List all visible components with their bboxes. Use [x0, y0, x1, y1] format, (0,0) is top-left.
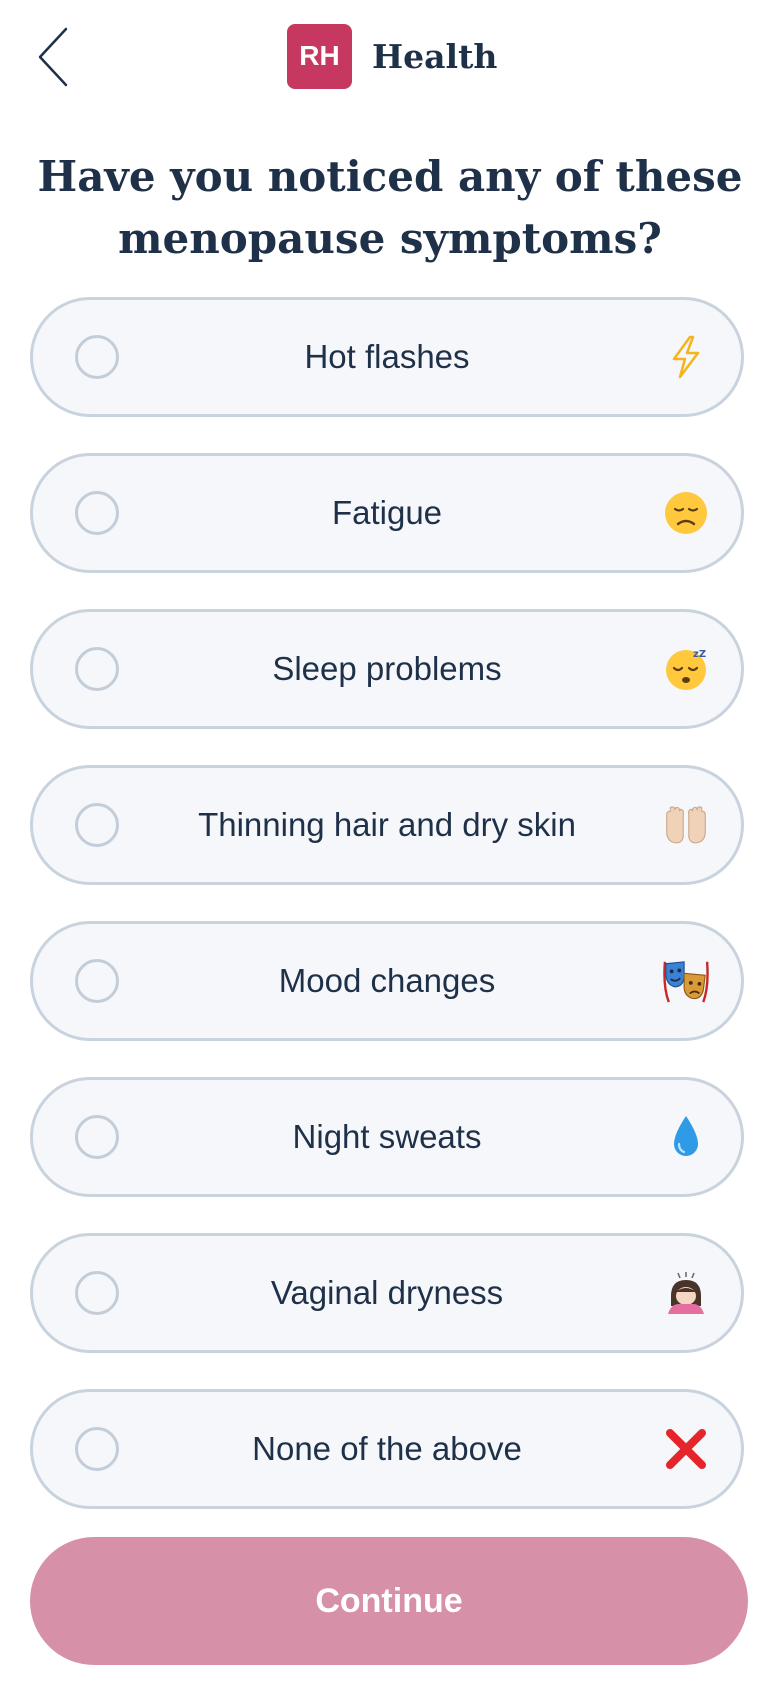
- radio-button[interactable]: [75, 647, 119, 691]
- radio-button[interactable]: [75, 491, 119, 535]
- brand: RH Health: [287, 23, 497, 89]
- option-label: Vaginal dryness: [270, 1274, 504, 1311]
- option-mood-changes[interactable]: Mood changes: [30, 921, 744, 1041]
- radio-button[interactable]: [75, 335, 119, 379]
- disappointed-face-icon: [663, 490, 709, 536]
- person-bowing-icon: [663, 1270, 709, 1316]
- radio-button[interactable]: [75, 1271, 119, 1315]
- option-label: Mood changes: [278, 962, 496, 999]
- option-hot-flashes[interactable]: Hot flashes: [30, 297, 744, 417]
- back-button[interactable]: [36, 22, 96, 92]
- option-thinning-hair[interactable]: Thinning hair and dry skin: [30, 765, 744, 885]
- option-none[interactable]: None of the above: [30, 1389, 744, 1509]
- raised-hands-icon: [663, 802, 709, 848]
- option-vaginal-dryness[interactable]: Vaginal dryness: [30, 1233, 744, 1353]
- option-label: Fatigue: [331, 494, 443, 531]
- option-sleep-problems[interactable]: Sleep problems zZ: [30, 609, 744, 729]
- logo: RH: [287, 23, 352, 89]
- lightning-icon: [663, 334, 709, 380]
- chevron-left-icon: [38, 27, 68, 87]
- radio-button[interactable]: [75, 959, 119, 1003]
- droplet-icon: [663, 1114, 709, 1160]
- radio-button[interactable]: [75, 803, 119, 847]
- option-label: Thinning hair and dry skin: [198, 806, 576, 843]
- svg-text:zZ: zZ: [693, 649, 706, 660]
- option-fatigue[interactable]: Fatigue: [30, 453, 744, 573]
- cross-mark-icon: [663, 1426, 709, 1472]
- option-label: Hot flashes: [304, 338, 470, 375]
- radio-button[interactable]: [75, 1115, 119, 1159]
- brand-name: Health: [372, 36, 498, 76]
- sleeping-face-icon: zZ: [663, 646, 709, 692]
- option-label: Night sweats: [292, 1118, 482, 1155]
- continue-button[interactable]: Continue: [30, 1537, 748, 1665]
- option-night-sweats[interactable]: Night sweats: [30, 1077, 744, 1197]
- radio-button[interactable]: [75, 1427, 119, 1471]
- page-title: Have you noticed any of these menopause …: [37, 152, 743, 263]
- performing-arts-icon: [663, 958, 709, 1004]
- header: RH Health: [0, 0, 780, 112]
- option-label: None of the above: [252, 1430, 522, 1467]
- option-label: Sleep problems: [272, 650, 502, 687]
